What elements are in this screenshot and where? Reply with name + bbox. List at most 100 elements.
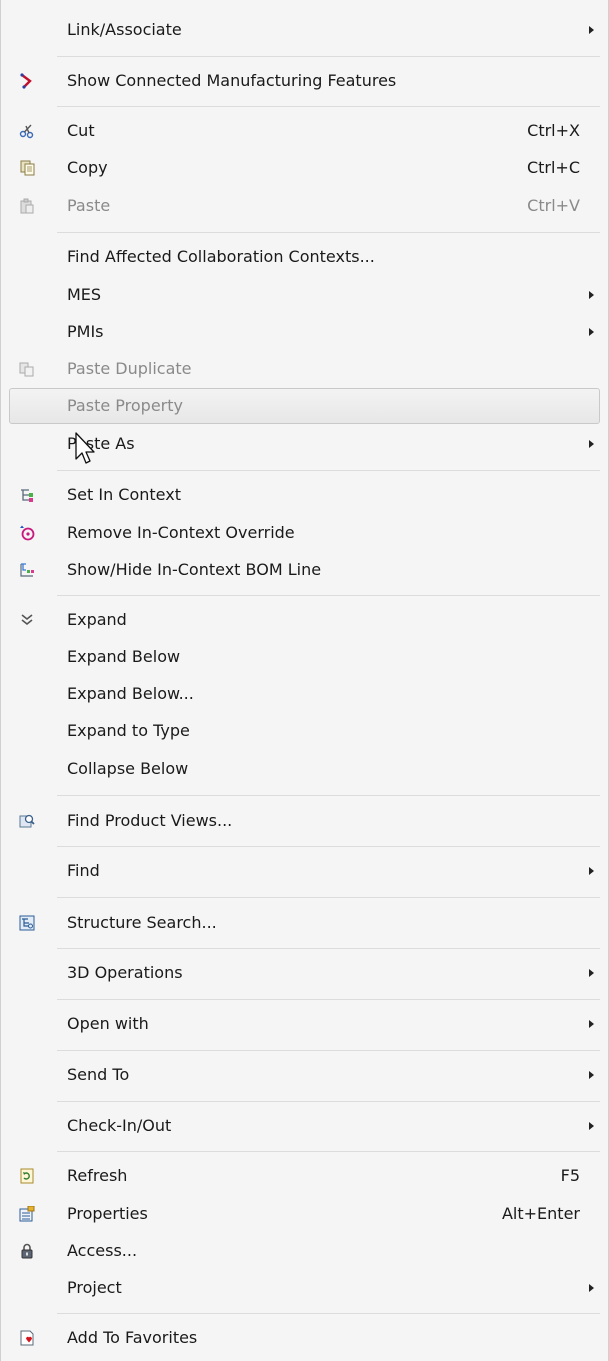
menu-separator bbox=[57, 106, 600, 107]
remove-override-icon bbox=[20, 525, 35, 541]
submenu-arrow-icon bbox=[589, 867, 594, 875]
submenu-arrow-icon bbox=[589, 1071, 594, 1079]
menu-item-label: MES bbox=[67, 285, 102, 304]
copy-icon bbox=[20, 160, 35, 176]
menu-item-check-in-out[interactable]: Check-In/Out bbox=[1, 1108, 608, 1144]
menu-item-expand[interactable]: Expand bbox=[1, 602, 608, 638]
menu-item-link-associate[interactable]: Link/Associate bbox=[1, 12, 608, 48]
shortcut-label: Ctrl+C bbox=[526, 158, 580, 177]
refresh-icon bbox=[20, 1168, 34, 1184]
menu-separator bbox=[57, 795, 600, 796]
shortcut-label: Alt+Enter bbox=[501, 1204, 580, 1223]
menu-item-label: Copy bbox=[67, 158, 108, 177]
submenu-arrow-icon bbox=[589, 26, 594, 34]
menu-item-label: Expand Below bbox=[67, 647, 181, 666]
menu-separator bbox=[57, 232, 600, 233]
context-menu: Link/Associate Show Connected Manufactur… bbox=[0, 0, 609, 1361]
menu-separator bbox=[57, 1151, 600, 1152]
menu-item-label: Expand bbox=[67, 610, 127, 629]
menu-separator bbox=[57, 470, 600, 471]
mouse-pointer-icon bbox=[75, 432, 95, 464]
menu-item-pmis[interactable]: PMIs bbox=[1, 314, 608, 350]
menu-item-remove-in-context-override[interactable]: Remove In-Context Override bbox=[1, 515, 608, 551]
menu-item-open-with[interactable]: Open with bbox=[1, 1006, 608, 1042]
menu-item-label: Link/Associate bbox=[67, 20, 182, 39]
menu-separator bbox=[57, 846, 600, 847]
menu-item-show-connected-features[interactable]: Show Connected Manufacturing Features bbox=[1, 63, 608, 99]
submenu-arrow-icon bbox=[589, 1122, 594, 1130]
paste-duplicate-icon bbox=[19, 362, 34, 377]
menu-item-paste-duplicate[interactable]: Paste Duplicate bbox=[1, 351, 608, 387]
menu-item-label: Show/Hide In-Context BOM Line bbox=[67, 560, 322, 579]
submenu-arrow-icon bbox=[589, 440, 594, 448]
lock-icon bbox=[21, 1243, 33, 1259]
menu-item-label: Access... bbox=[67, 1241, 138, 1260]
menu-item-label: Paste Duplicate bbox=[67, 359, 192, 378]
menu-item-paste[interactable]: Paste Ctrl+V bbox=[1, 188, 608, 224]
menu-item-label: Find bbox=[67, 861, 100, 880]
menu-separator bbox=[57, 1101, 600, 1102]
menu-item-structure-search[interactable]: Structure Search... bbox=[1, 905, 608, 941]
menu-item-find-product-views[interactable]: Find Product Views... bbox=[1, 803, 608, 839]
shortcut-label: Ctrl+X bbox=[527, 121, 580, 140]
menu-item-access[interactable]: Access... bbox=[1, 1233, 608, 1269]
submenu-arrow-icon bbox=[589, 1284, 594, 1292]
favorites-icon bbox=[20, 1330, 34, 1346]
scissors-icon bbox=[19, 124, 34, 139]
paste-icon bbox=[20, 198, 34, 214]
menu-item-find-affected-contexts[interactable]: Find Affected Collaboration Contexts... bbox=[1, 239, 608, 275]
menu-item-label: Paste Property bbox=[67, 396, 183, 415]
menu-separator bbox=[57, 1050, 600, 1051]
menu-item-label: 3D Operations bbox=[67, 963, 183, 982]
menu-item-label: PMIs bbox=[67, 322, 104, 341]
menu-item-expand-to-type[interactable]: Expand to Type bbox=[1, 713, 608, 749]
menu-item-label: Paste bbox=[67, 196, 111, 215]
connected-features-icon bbox=[20, 73, 32, 89]
menu-item-label: Structure Search... bbox=[67, 913, 217, 932]
menu-item-collapse-below[interactable]: Collapse Below bbox=[1, 751, 608, 787]
double-chevron-down-icon bbox=[21, 614, 33, 626]
menu-item-label: Send To bbox=[67, 1065, 130, 1084]
menu-separator bbox=[57, 897, 600, 898]
shortcut-label: Ctrl+V bbox=[527, 196, 580, 215]
set-context-icon bbox=[21, 489, 33, 502]
menu-item-label: Project bbox=[67, 1278, 122, 1297]
menu-item-label: Refresh bbox=[67, 1166, 128, 1185]
menu-item-copy[interactable]: Copy Ctrl+C bbox=[1, 150, 608, 186]
menu-item-properties[interactable]: Properties Alt+Enter bbox=[1, 1196, 608, 1232]
menu-separator bbox=[57, 999, 600, 1000]
menu-item-project[interactable]: Project bbox=[1, 1270, 608, 1306]
menu-item-label: Cut bbox=[67, 121, 95, 140]
menu-item-show-hide-bom-line[interactable]: Show/Hide In-Context BOM Line bbox=[1, 552, 608, 588]
menu-item-find[interactable]: Find bbox=[1, 853, 608, 889]
menu-separator bbox=[57, 1313, 600, 1314]
menu-separator bbox=[57, 948, 600, 949]
menu-item-label: Add To Favorites bbox=[67, 1328, 198, 1347]
menu-item-cut[interactable]: Cut Ctrl+X bbox=[1, 113, 608, 149]
menu-item-label: Expand to Type bbox=[67, 721, 190, 740]
menu-item-add-to-favorites[interactable]: Add To Favorites bbox=[1, 1320, 608, 1356]
menu-item-expand-below-dialog[interactable]: Expand Below... bbox=[1, 676, 608, 712]
menu-item-expand-below[interactable]: Expand Below bbox=[1, 639, 608, 675]
menu-item-3d-operations[interactable]: 3D Operations bbox=[1, 955, 608, 991]
bom-line-icon bbox=[20, 563, 34, 577]
menu-item-mes[interactable]: MES bbox=[1, 277, 608, 313]
submenu-arrow-icon bbox=[589, 969, 594, 977]
shortcut-label: F5 bbox=[560, 1166, 580, 1185]
menu-item-label: Check-In/Out bbox=[67, 1116, 172, 1135]
menu-item-label: Remove In-Context Override bbox=[67, 523, 295, 542]
menu-separator bbox=[57, 56, 600, 57]
menu-item-label: Expand Below... bbox=[67, 684, 194, 703]
menu-item-label: Find Affected Collaboration Contexts... bbox=[67, 247, 375, 266]
menu-item-label: Find Product Views... bbox=[67, 811, 233, 830]
menu-item-label: Properties bbox=[67, 1204, 148, 1223]
structure-search-icon bbox=[19, 915, 35, 931]
submenu-arrow-icon bbox=[589, 1020, 594, 1028]
menu-item-refresh[interactable]: Refresh F5 bbox=[1, 1158, 608, 1194]
menu-item-set-in-context[interactable]: Set In Context bbox=[1, 477, 608, 513]
menu-item-send-to[interactable]: Send To bbox=[1, 1057, 608, 1093]
menu-item-label: Set In Context bbox=[67, 485, 181, 504]
properties-icon bbox=[19, 1206, 35, 1222]
menu-item-label: Show Connected Manufacturing Features bbox=[67, 71, 397, 90]
menu-item-paste-property[interactable]: Paste Property bbox=[9, 388, 600, 424]
